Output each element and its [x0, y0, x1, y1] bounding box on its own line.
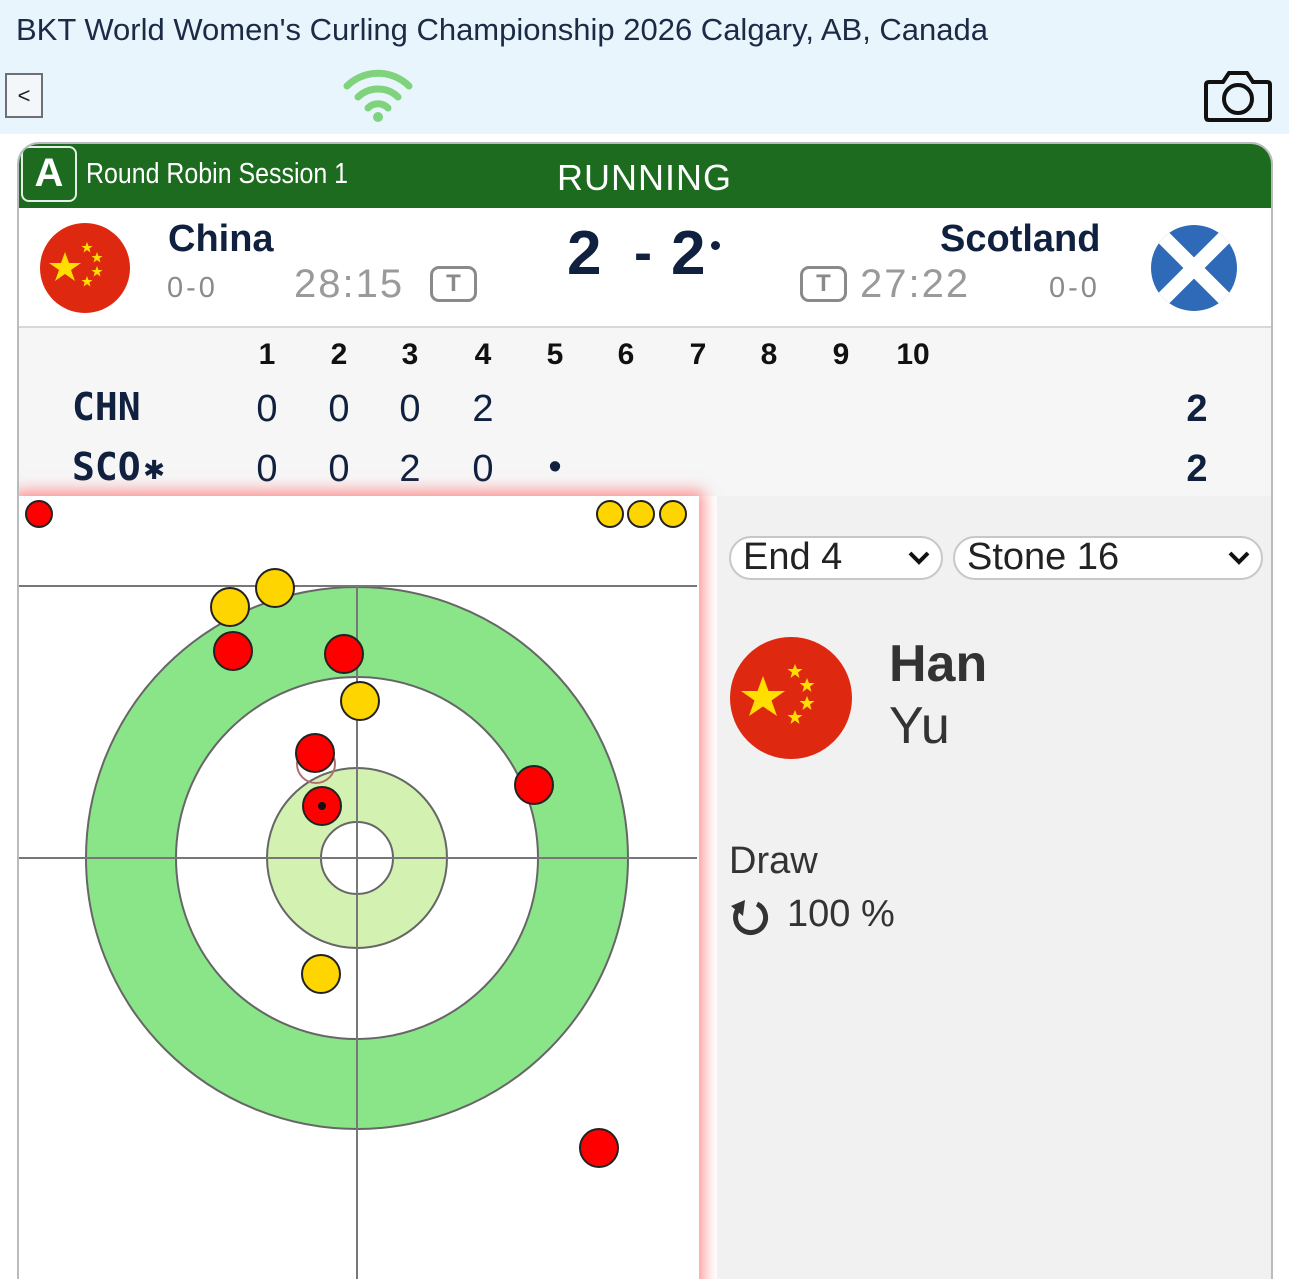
event-title: BKT World Women's Curling Championship 2… — [16, 12, 989, 47]
away-end-score: 2 — [399, 448, 421, 490]
stone-red — [324, 634, 364, 674]
stone-red — [579, 1128, 619, 1168]
sheet-badge: A — [21, 146, 77, 202]
stone-yellow — [596, 500, 624, 528]
house-view — [19, 496, 699, 1279]
end-number: 10 — [896, 338, 930, 371]
line-score: 1 2 3 4 5 6 7 8 9 10 CHN 0 0 0 2 2 SCO ✱… — [19, 326, 1271, 496]
end-number: 2 — [330, 338, 348, 371]
away-end-score: 0 — [328, 448, 350, 490]
game-panel: A Round Robin Session 1 RUNNING China 0-… — [17, 142, 1273, 1279]
shot-detail-panel: End 4 Stone 16 Han Yu Draw 100 % — [717, 496, 1271, 1279]
stone-red — [514, 765, 554, 805]
hammer-mark-icon: ✱ — [144, 448, 165, 488]
end-number: 3 — [401, 338, 419, 371]
end-number: 5 — [546, 338, 564, 371]
session-label: Round Robin Session 1 — [86, 158, 349, 190]
stone-select[interactable]: Stone 16 — [953, 536, 1263, 580]
end-select-value: End 4 — [743, 536, 843, 578]
counter-clockwise-arrow-icon — [731, 900, 768, 936]
stone-yellow — [340, 681, 380, 721]
score-separator: - — [634, 223, 652, 283]
stone-yellow — [659, 500, 687, 528]
house-diagram — [19, 500, 697, 1279]
china-flag-icon — [40, 223, 130, 313]
top-bar: BKT World Women's Curling Championship 2… — [0, 0, 1289, 134]
game-header: A Round Robin Session 1 RUNNING — [19, 144, 1271, 208]
end-number: 4 — [474, 338, 492, 371]
china-flag-icon — [730, 637, 852, 759]
home-team-record: 0-0 — [167, 272, 218, 304]
home-clock: 28:15 — [294, 262, 405, 306]
stone-red — [25, 500, 53, 528]
away-timeout-badge: T — [800, 266, 847, 302]
home-abbr: CHN — [72, 385, 141, 429]
away-abbr: SCO — [72, 445, 141, 489]
shot-percentage: 100 % — [787, 893, 895, 935]
end-number: 1 — [258, 338, 276, 371]
end-number: 6 — [617, 338, 635, 371]
away-team-record: 0-0 — [1049, 272, 1100, 304]
end-number: 8 — [760, 338, 778, 371]
stone-yellow — [210, 587, 250, 627]
home-end-score: 2 — [472, 388, 494, 430]
home-end-score: 0 — [399, 388, 421, 430]
home-end-score: 0 — [256, 388, 278, 430]
away-end-score: 0 — [472, 448, 494, 490]
wifi-icon — [343, 69, 413, 122]
away-total: 2 — [1186, 448, 1208, 490]
away-score: 2 — [671, 219, 706, 288]
away-end-score: 0 — [256, 448, 278, 490]
stone-yellow — [627, 500, 655, 528]
player-last-name: Yu — [889, 697, 950, 755]
player-first-name: Han — [889, 635, 988, 693]
stone-yellow — [301, 954, 341, 994]
scotland-flag-icon — [1151, 225, 1237, 311]
stone-select-value: Stone 16 — [967, 536, 1120, 578]
home-score: 2 — [567, 219, 602, 288]
home-total: 2 — [1186, 388, 1208, 430]
home-timeout-badge: T — [430, 266, 477, 302]
end-number: 7 — [689, 338, 707, 371]
hammer-indicator — [711, 241, 720, 250]
stone-red — [213, 631, 253, 671]
shot-type: Draw — [729, 840, 818, 882]
game-status: RUNNING — [557, 157, 732, 198]
stone-red — [295, 733, 335, 773]
away-end-score: • — [548, 446, 562, 488]
away-team-name: Scotland — [940, 218, 1101, 260]
stone-yellow — [255, 568, 295, 608]
last-stone-marker — [318, 802, 326, 810]
back-button[interactable]: < — [5, 73, 43, 118]
home-end-score: 0 — [328, 388, 350, 430]
chevron-down-icon — [1228, 551, 1250, 565]
away-clock: 27:22 — [860, 262, 971, 306]
home-team-name: China — [168, 218, 274, 260]
camera-icon[interactable] — [1203, 68, 1273, 124]
chevron-down-icon — [908, 551, 930, 565]
end-number: 9 — [832, 338, 850, 371]
end-select[interactable]: End 4 — [729, 536, 943, 580]
